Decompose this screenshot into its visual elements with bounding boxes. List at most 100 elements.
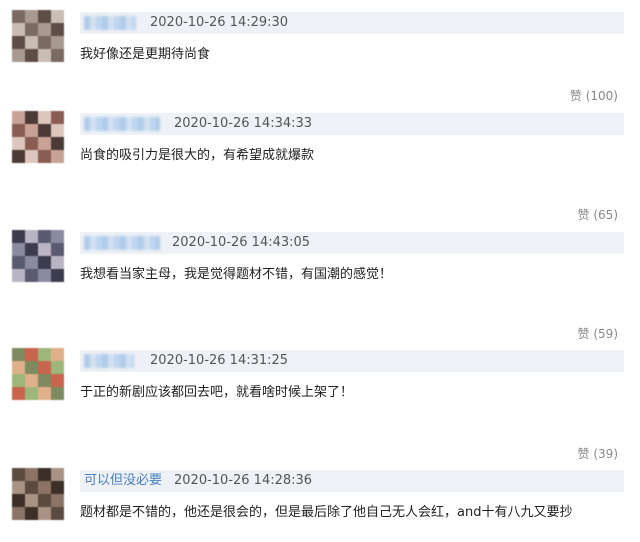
like-button[interactable]: 赞 (100): [570, 88, 618, 104]
comment-time: 2020-10-26 14:28:36: [174, 473, 313, 488]
avatar[interactable]: [12, 468, 64, 520]
username-blurred[interactable]: [84, 354, 134, 368]
avatar-mosaic-cell: [51, 150, 64, 163]
avatar-mosaic-cell: [25, 348, 38, 361]
avatar-mosaic-cell: [51, 468, 64, 481]
avatar-mosaic-cell: [12, 111, 25, 124]
avatar-mosaic-cell: [25, 10, 38, 23]
avatar-mosaic-cell: [38, 374, 51, 387]
avatar-mosaic-cell: [51, 256, 64, 269]
avatar-mosaic-cell: [12, 348, 25, 361]
avatar-mosaic-cell: [38, 36, 51, 49]
avatar-mosaic-cell: [51, 243, 64, 256]
avatar-mosaic-cell: [25, 507, 38, 520]
avatar-mosaic-cell: [25, 49, 38, 62]
avatar-mosaic-cell: [25, 361, 38, 374]
avatar-mosaic-cell: [51, 36, 64, 49]
avatar-mosaic-cell: [25, 256, 38, 269]
comment-time: 2020-10-26 14:29:30: [150, 15, 289, 30]
username-blurred[interactable]: [84, 117, 160, 131]
avatar-mosaic-cell: [12, 243, 25, 256]
username-blurred[interactable]: [84, 236, 160, 250]
avatar-mosaic-cell: [12, 230, 25, 243]
like-button[interactable]: 赞 (65): [578, 207, 618, 223]
avatar-mosaic-cell: [38, 269, 51, 282]
comment-text: 我好像还是更期待尚食: [80, 47, 211, 62]
avatar-mosaic-cell: [12, 269, 25, 282]
username-blurred[interactable]: [84, 16, 136, 30]
avatar-mosaic-cell: [12, 23, 25, 36]
avatar-mosaic-cell: [38, 468, 51, 481]
avatar-mosaic-cell: [51, 481, 64, 494]
avatar-mosaic-cell: [51, 23, 64, 36]
comment-time: 2020-10-26 14:31:25: [150, 353, 289, 368]
comment-meta-bar: [80, 113, 624, 135]
avatar-mosaic-cell: [12, 507, 25, 520]
avatar[interactable]: [12, 348, 64, 400]
avatar[interactable]: [12, 10, 64, 62]
avatar-mosaic-cell: [12, 481, 25, 494]
avatar-mosaic-cell: [25, 269, 38, 282]
like-button[interactable]: 赞 (39): [578, 446, 618, 462]
avatar-mosaic-cell: [38, 494, 51, 507]
avatar-mosaic-cell: [25, 230, 38, 243]
avatar-mosaic-cell: [25, 481, 38, 494]
avatar-mosaic-cell: [25, 124, 38, 137]
avatar-mosaic-cell: [51, 374, 64, 387]
avatar-mosaic-cell: [12, 361, 25, 374]
avatar-mosaic-cell: [12, 387, 25, 400]
avatar-mosaic-cell: [12, 137, 25, 150]
avatar-mosaic-cell: [51, 10, 64, 23]
avatar-mosaic-cell: [51, 269, 64, 282]
avatar-mosaic-cell: [12, 256, 25, 269]
avatar-mosaic-cell: [38, 150, 51, 163]
avatar-mosaic-cell: [51, 494, 64, 507]
avatar-mosaic-cell: [12, 374, 25, 387]
avatar-mosaic-cell: [38, 361, 51, 374]
comment-meta-bar: [80, 232, 624, 254]
avatar-mosaic-cell: [38, 10, 51, 23]
avatar-mosaic-cell: [38, 49, 51, 62]
avatar-mosaic-cell: [38, 111, 51, 124]
avatar-mosaic-cell: [51, 230, 64, 243]
avatar-mosaic-cell: [38, 124, 51, 137]
avatar-mosaic-cell: [12, 49, 25, 62]
avatar-mosaic-cell: [51, 111, 64, 124]
avatar-mosaic-cell: [51, 49, 64, 62]
avatar-mosaic-cell: [51, 361, 64, 374]
avatar-mosaic-cell: [25, 374, 38, 387]
avatar-mosaic-cell: [38, 256, 51, 269]
avatar-mosaic-cell: [38, 23, 51, 36]
avatar-mosaic-cell: [25, 494, 38, 507]
avatar-mosaic-cell: [12, 124, 25, 137]
comment-text: 于正的新剧应该都回去吧，就看啥时候上架了！: [80, 385, 354, 400]
avatar-mosaic-cell: [38, 348, 51, 361]
avatar-mosaic-cell: [25, 36, 38, 49]
avatar-mosaic-cell: [51, 507, 64, 520]
avatar-mosaic-cell: [38, 230, 51, 243]
avatar[interactable]: [12, 230, 64, 282]
avatar-mosaic-cell: [25, 468, 38, 481]
avatar[interactable]: [12, 111, 64, 163]
avatar-mosaic-cell: [38, 243, 51, 256]
comment-time: 2020-10-26 14:34:33: [174, 116, 313, 131]
avatar-mosaic-cell: [38, 137, 51, 150]
avatar-mosaic-cell: [38, 507, 51, 520]
username-link[interactable]: 可以但没必要: [84, 472, 162, 490]
avatar-mosaic-cell: [12, 468, 25, 481]
comment-time: 2020-10-26 14:43:05: [172, 235, 311, 250]
avatar-mosaic-cell: [38, 387, 51, 400]
avatar-mosaic-cell: [12, 150, 25, 163]
avatar-mosaic-cell: [25, 137, 38, 150]
avatar-mosaic-cell: [25, 243, 38, 256]
avatar-mosaic-cell: [25, 111, 38, 124]
avatar-mosaic-cell: [51, 348, 64, 361]
avatar-mosaic-cell: [51, 137, 64, 150]
comment-text: 我想看当家主母，我是觉得题材不错，有国潮的感觉！: [80, 267, 393, 282]
avatar-mosaic-cell: [12, 36, 25, 49]
like-button[interactable]: 赞 (59): [578, 326, 618, 342]
avatar-mosaic-cell: [25, 23, 38, 36]
avatar-mosaic-cell: [51, 387, 64, 400]
avatar-mosaic-cell: [25, 150, 38, 163]
comment-text: 尚食的吸引力是很大的，有希望成就爆款: [80, 148, 315, 163]
